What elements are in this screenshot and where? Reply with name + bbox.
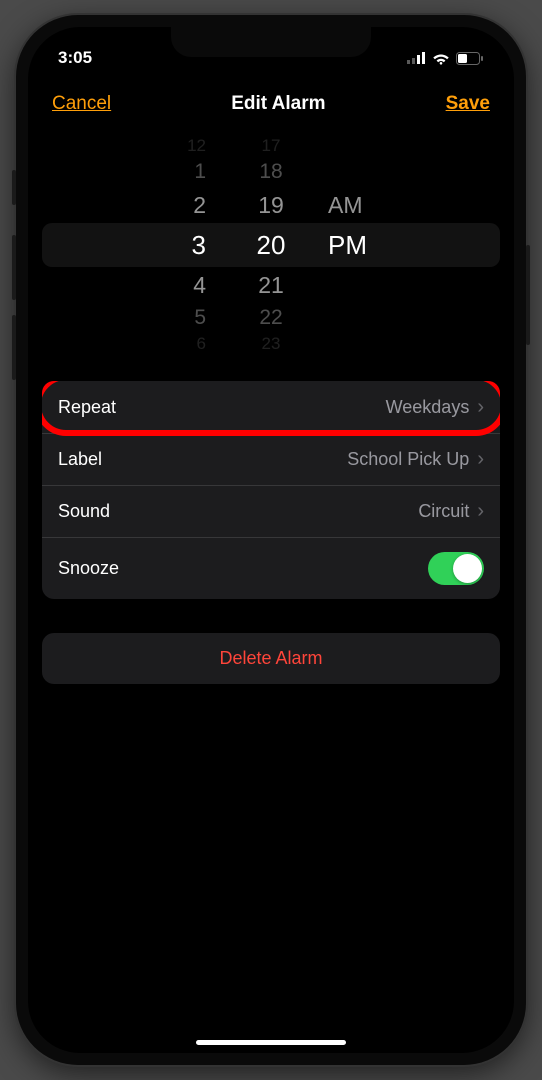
repeat-row[interactable]: Repeat Weekdays ›: [42, 381, 500, 433]
sound-label: Sound: [58, 501, 110, 522]
hour-wheel[interactable]: 12 1 2 3 4 5 6: [136, 135, 226, 355]
delete-section: Delete Alarm: [42, 633, 500, 684]
selected-hour: 3: [192, 223, 206, 267]
chevron-right-icon: ›: [477, 396, 484, 419]
minute-wheel[interactable]: 17 18 19 20 21 22 23: [226, 135, 316, 355]
side-button: [12, 315, 16, 380]
ampm-wheel[interactable]: AM PM: [316, 135, 406, 355]
selected-ampm: PM: [328, 223, 367, 267]
toggle-knob: [453, 554, 482, 583]
battery-icon: [456, 52, 484, 65]
selected-minute: 20: [257, 223, 286, 267]
cancel-button[interactable]: Cancel: [52, 93, 111, 115]
repeat-value: Weekdays: [386, 397, 470, 418]
screen: 3:05: [28, 27, 514, 1053]
phone-frame: 3:05: [16, 15, 526, 1065]
snooze-label: Snooze: [58, 558, 119, 579]
side-button: [526, 245, 530, 345]
home-indicator[interactable]: [196, 1040, 346, 1045]
notch: [171, 27, 371, 57]
save-button[interactable]: Save: [446, 93, 490, 115]
side-button: [12, 235, 16, 300]
label-label: Label: [58, 449, 102, 470]
sound-value: Circuit: [418, 501, 469, 522]
snooze-row: Snooze: [42, 537, 500, 599]
label-value: School Pick Up: [347, 449, 469, 470]
sound-row[interactable]: Sound Circuit ›: [42, 485, 500, 537]
side-button: [12, 170, 16, 205]
chevron-right-icon: ›: [477, 500, 484, 523]
snooze-toggle[interactable]: [428, 552, 484, 585]
page-title: Edit Alarm: [231, 93, 325, 115]
time-picker[interactable]: 12 1 2 3 4 5 6 17 18 19 20 21 22 23: [28, 135, 514, 355]
repeat-label: Repeat: [58, 397, 116, 418]
status-indicators: [407, 52, 484, 65]
wifi-icon: [432, 52, 450, 65]
settings-list: Repeat Weekdays › Label School Pick Up ›…: [42, 381, 500, 599]
status-time: 3:05: [58, 48, 92, 68]
label-row[interactable]: Label School Pick Up ›: [42, 433, 500, 485]
nav-bar: Cancel Edit Alarm Save: [28, 77, 514, 135]
delete-alarm-button[interactable]: Delete Alarm: [42, 633, 500, 684]
chevron-right-icon: ›: [477, 448, 484, 471]
cellular-icon: [407, 52, 426, 64]
